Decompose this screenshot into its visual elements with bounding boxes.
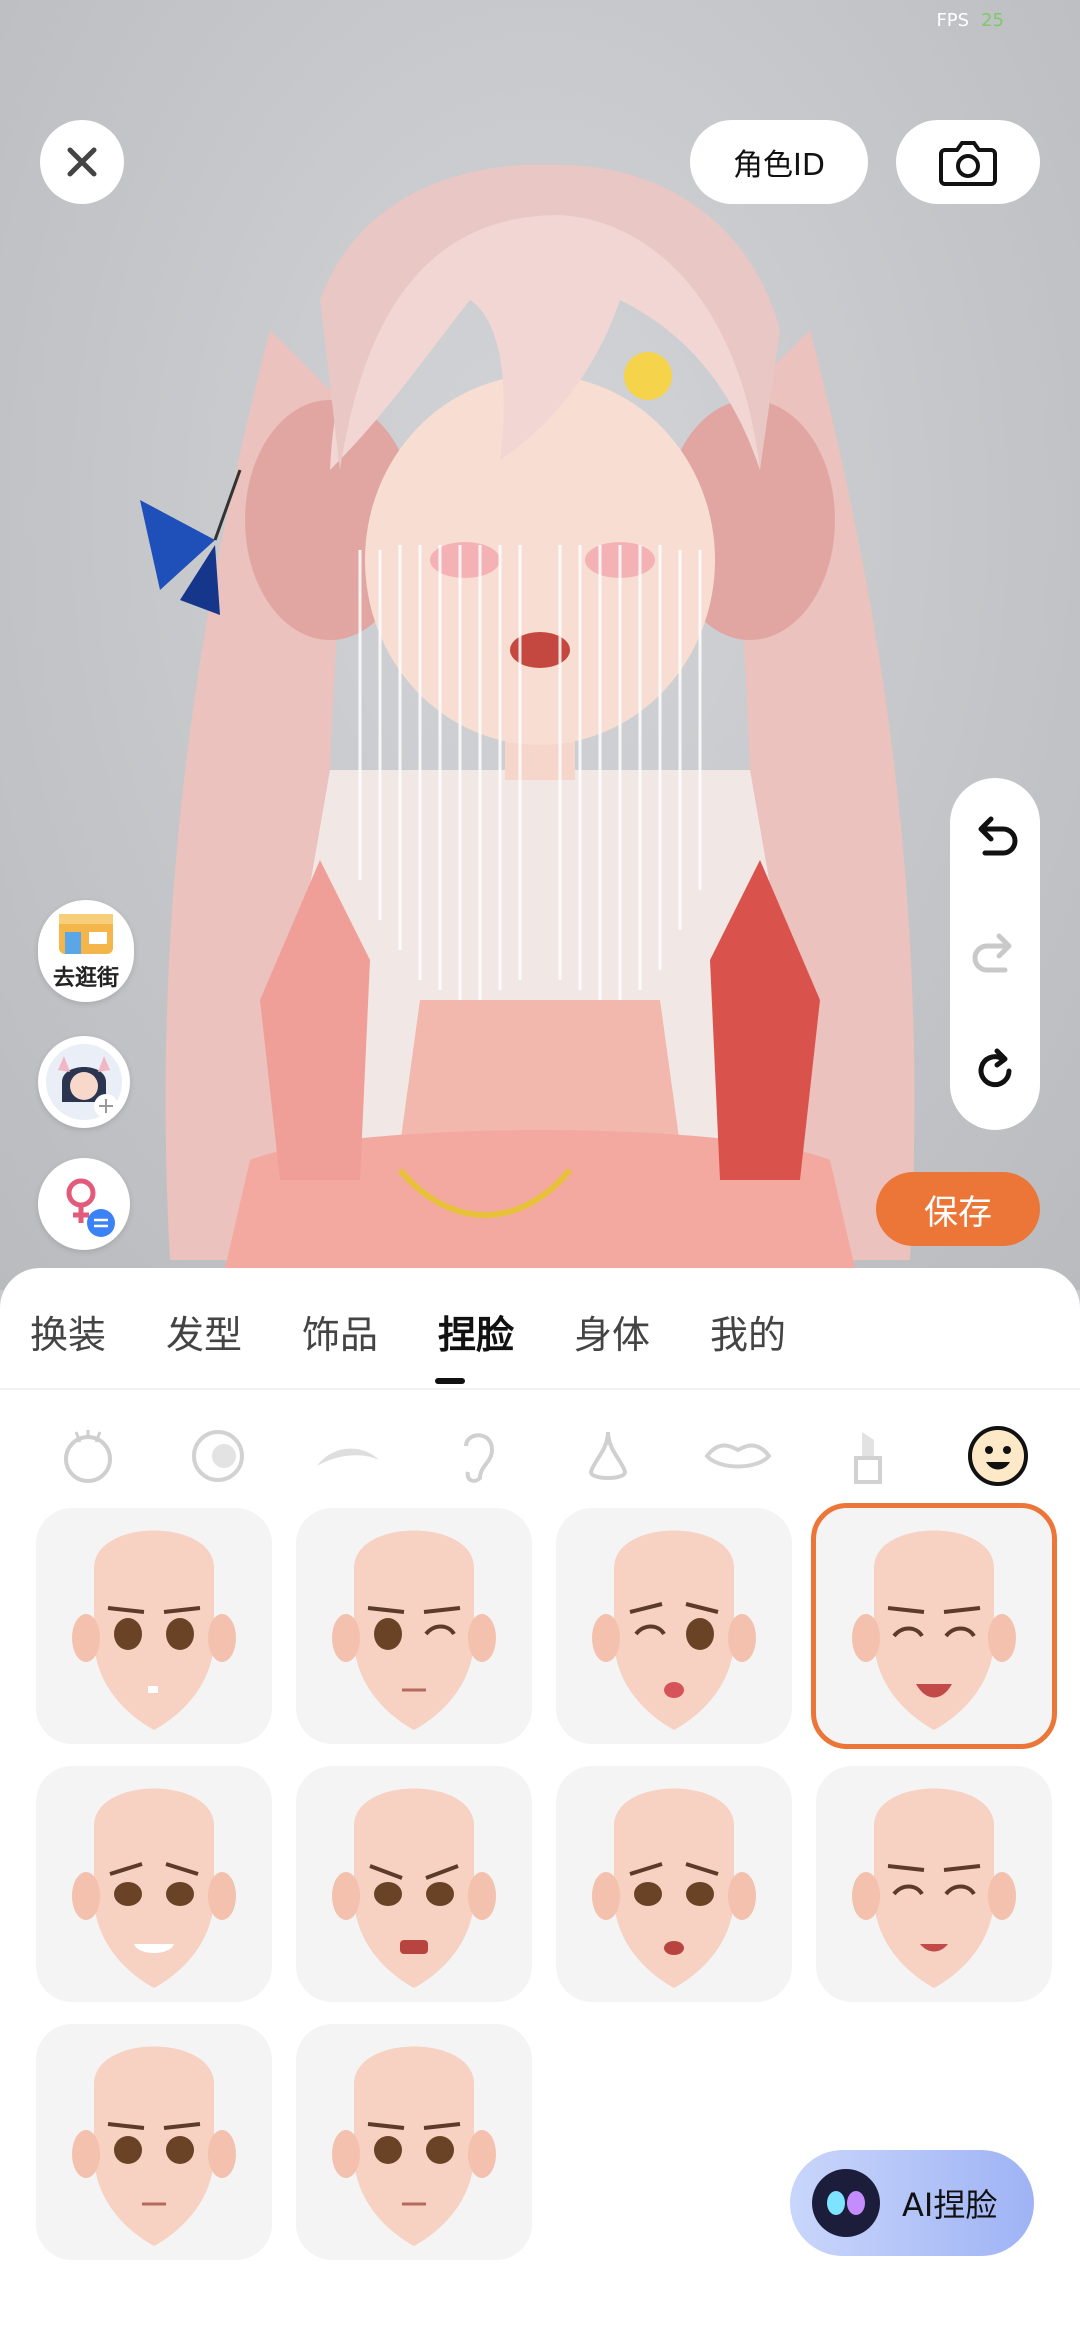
face-preview [592,1788,756,1988]
gender-switch-button[interactable] [38,1158,130,1250]
expression-card[interactable] [36,2024,272,2260]
expression-card[interactable] [556,1508,792,1744]
expression-card[interactable] [296,1508,532,1744]
tab-mine[interactable]: 我的 [710,1304,846,1359]
shop-icon [59,914,113,954]
tab-accessories[interactable]: 饰品 [302,1304,438,1359]
face-preview [332,2046,496,2246]
expression-card[interactable] [556,1766,792,2002]
role-id-button[interactable]: 角色ID [690,120,868,204]
camera-icon [939,141,997,186]
expression-card[interactable] [296,2024,532,2260]
ear-icon [464,1433,495,1483]
eye-icon [192,1430,244,1482]
expression-card[interactable] [36,1508,272,1744]
avatar-preview[interactable]: FPS 25 角色ID 去逛街 保存 [0,0,1080,1290]
active-tab-indicator [435,1378,465,1384]
expression-icon [968,1426,1028,1486]
expression-card-selected[interactable] [811,1503,1057,1749]
face-preview [72,1530,236,1730]
fps-indicator: FPS 25 [936,10,1004,31]
lipstick-icon [854,1432,882,1484]
camera-button[interactable] [896,120,1040,204]
close-button[interactable] [40,120,124,204]
face-preview [592,1530,756,1730]
eyebrow-icon [317,1448,379,1466]
save-label: 保存 [924,1192,992,1233]
role-id-label: 角色ID [733,148,825,183]
reset-icon[interactable] [969,1045,1021,1097]
avatar-thumbnail [46,1044,122,1120]
tab-outfit[interactable]: 换装 [30,1304,166,1359]
expression-category[interactable] [958,1416,1038,1496]
redo-icon[interactable] [969,928,1021,980]
gender-icon [66,1178,115,1237]
history-toolbar [950,778,1040,1130]
ai-face-button[interactable]: AI捏脸 [790,2150,1034,2256]
nose-category[interactable] [568,1416,648,1496]
ai-robot-icon [812,2169,880,2237]
face-shape-icon [64,1430,112,1483]
makeup-category[interactable] [828,1416,908,1496]
face-preview [852,1788,1016,1988]
expression-card[interactable] [816,1766,1052,2002]
close-icon [67,147,97,177]
lips-icon [704,1443,772,1469]
avatar-profile-button[interactable] [38,1036,130,1128]
face-preview [852,1530,1016,1730]
expression-card[interactable] [296,1766,532,2002]
undo-icon[interactable] [969,811,1021,863]
lips-category[interactable] [698,1416,778,1496]
tab-hair[interactable]: 发型 [166,1304,302,1359]
category-tabs: 换装 发型 饰品 捏脸 身体 我的 [30,1304,846,1359]
shop-button[interactable]: 去逛街 [38,900,134,1002]
ears-category[interactable] [438,1416,518,1496]
shop-label: 去逛街 [52,966,119,991]
nose-icon [588,1431,628,1480]
eyes-category[interactable] [178,1416,258,1496]
tab-face[interactable]: 捏脸 [438,1304,574,1359]
ai-face-label: AI捏脸 [902,2186,998,2224]
eyebrows-category[interactable] [308,1416,388,1496]
face-preview [332,1530,496,1730]
face-shape-category[interactable] [48,1416,128,1496]
expression-card[interactable] [36,1766,272,2002]
tabs-divider [0,1388,1080,1390]
tab-body[interactable]: 身体 [574,1304,710,1359]
face-preview [72,2046,236,2246]
face-preview [72,1788,236,1988]
editor-panel: 换装 发型 饰品 捏脸 身体 我的 AI捏脸 [0,1268,1080,2340]
save-button[interactable]: 保存 [876,1172,1040,1246]
face-category-row [0,1416,1080,1496]
face-preview [332,1788,496,1988]
